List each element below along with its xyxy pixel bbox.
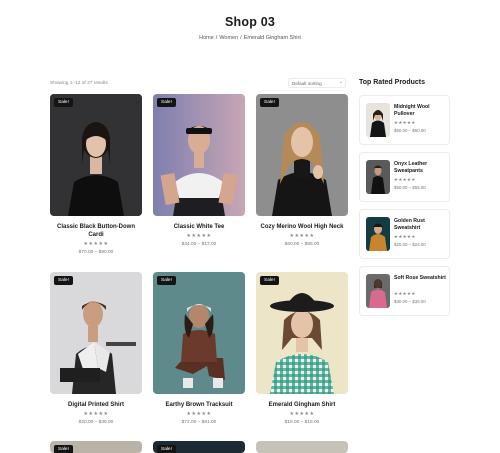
sale-badge: Sale! bbox=[260, 98, 279, 107]
sort-select[interactable]: Default sorting ⌄ bbox=[288, 78, 346, 88]
product-price: $60.00 – $65.00 bbox=[284, 242, 320, 247]
product-name[interactable]: Cozy Merino Wool High Neck bbox=[256, 223, 348, 231]
rating-stars: ★★★★★ bbox=[394, 291, 416, 296]
product-price: $30.00 – $36.00 bbox=[394, 299, 426, 304]
product-name[interactable]: Midnight Wool Pullover bbox=[394, 104, 448, 117]
sale-badge: Sale! bbox=[157, 445, 176, 453]
product-thumbnail[interactable] bbox=[366, 160, 390, 194]
product-image[interactable]: Sale! bbox=[153, 272, 245, 394]
product-price: $50.00 – $60.00 bbox=[394, 128, 426, 133]
product-name[interactable]: Classic Black Button-Down Cardi bbox=[50, 223, 142, 239]
rating-stars: ★★★★★ bbox=[394, 120, 416, 125]
product-image[interactable]: Sale! bbox=[153, 94, 245, 216]
sale-badge: Sale! bbox=[54, 98, 73, 107]
product-image[interactable]: Sale! bbox=[153, 441, 245, 453]
product-price: $15.00 – $18.00 bbox=[284, 420, 320, 425]
product-thumbnail[interactable] bbox=[366, 103, 390, 137]
breadcrumb-home[interactable]: Home bbox=[199, 35, 214, 41]
product-card[interactable]: Sale! Emerald Gingham Shirt ★★★★★ $15.00… bbox=[256, 272, 348, 425]
rating-stars: ★★★★★ bbox=[289, 233, 315, 239]
product-image[interactable]: Sale! bbox=[50, 272, 142, 394]
breadcrumb-current: Emerald Gingham Shirt bbox=[243, 35, 301, 41]
top-rated-item[interactable]: Golden Rust Sweatshirt ★★★★★ $20.00 – $2… bbox=[359, 209, 450, 259]
product-image[interactable]: Sale! bbox=[50, 94, 142, 216]
top-rated-item[interactable]: Midnight Wool Pullover ★★★★★ $50.00 – $6… bbox=[359, 95, 450, 145]
results-count: Showing 1–12 of 27 results bbox=[50, 81, 108, 86]
product-name[interactable]: Digital Printed Shirt bbox=[50, 401, 142, 409]
rating-stars: ★★★★★ bbox=[289, 411, 315, 417]
product-card-partial[interactable] bbox=[256, 441, 348, 453]
product-price: $50.00 – $55.00 bbox=[394, 185, 426, 190]
product-name[interactable]: Onyx Leather Sweatpants bbox=[394, 161, 448, 174]
product-price: $20.00 – $35.00 bbox=[78, 420, 114, 425]
product-thumbnail[interactable] bbox=[366, 274, 390, 308]
sale-badge: Sale! bbox=[260, 276, 279, 285]
rating-stars: ★★★★★ bbox=[83, 241, 109, 247]
sidebar-title: Top Rated Products bbox=[359, 79, 425, 86]
product-price: $70.00 – $90.00 bbox=[78, 250, 114, 255]
rating-stars: ★★★★★ bbox=[394, 234, 416, 239]
product-image[interactable]: Sale! bbox=[256, 272, 348, 394]
product-card[interactable]: Sale! Classic Black Button-Down Cardi ★★… bbox=[50, 94, 142, 255]
rating-stars: ★★★★★ bbox=[186, 233, 212, 239]
rating-stars: ★★★★★ bbox=[83, 411, 109, 417]
breadcrumb: Home / Women / Emerald Gingham Shirt bbox=[199, 35, 301, 41]
product-name[interactable]: Earthy Brown Tracksuit bbox=[153, 401, 245, 409]
sale-badge: Sale! bbox=[54, 445, 73, 453]
product-thumbnail[interactable] bbox=[366, 217, 390, 251]
product-card[interactable]: Sale! Digital Printed Shirt ★★★★★ $20.00… bbox=[50, 272, 142, 425]
product-image[interactable]: Sale! bbox=[256, 94, 348, 216]
page-title: Shop 03 bbox=[224, 15, 276, 29]
product-card[interactable]: Sale! Earthy Brown Tracksuit ★★★★★ $72.0… bbox=[153, 272, 245, 425]
product-card[interactable]: Sale! Cozy Merino Wool High Neck ★★★★★ $… bbox=[256, 94, 348, 247]
product-name[interactable]: Emerald Gingham Shirt bbox=[256, 401, 348, 409]
product-name[interactable]: Soft Rose Sweatshirt bbox=[394, 275, 448, 282]
sale-badge: Sale! bbox=[54, 276, 73, 285]
chevron-down-icon: ⌄ bbox=[338, 79, 343, 85]
rating-stars: ★★★★★ bbox=[394, 177, 416, 182]
rating-stars: ★★★★★ bbox=[186, 411, 212, 417]
sale-badge: Sale! bbox=[157, 276, 176, 285]
product-card[interactable]: Sale! Classic White Tee ★★★★★ $34.00 – $… bbox=[153, 94, 245, 247]
top-rated-item[interactable]: Onyx Leather Sweatpants ★★★★★ $50.00 – $… bbox=[359, 152, 450, 202]
product-price: $20.00 – $24.00 bbox=[394, 242, 426, 247]
product-name[interactable]: Golden Rust Sweatshirt bbox=[394, 218, 448, 231]
product-name[interactable]: Classic White Tee bbox=[153, 223, 245, 231]
sort-selected-value: Default sorting bbox=[292, 81, 322, 86]
product-image[interactable] bbox=[256, 441, 348, 453]
product-price: $72.00 – $81.00 bbox=[181, 420, 217, 425]
product-card-partial[interactable]: Sale! bbox=[153, 441, 245, 453]
top-rated-item[interactable]: Soft Rose Sweatshirt ★★★★★ $30.00 – $36.… bbox=[359, 266, 450, 316]
product-image[interactable]: Sale! bbox=[50, 441, 142, 453]
sale-badge: Sale! bbox=[157, 98, 176, 107]
product-price: $34.00 – $17.00 bbox=[181, 242, 217, 247]
product-card-partial[interactable]: Sale! bbox=[50, 441, 142, 453]
breadcrumb-women[interactable]: Women bbox=[219, 35, 238, 41]
